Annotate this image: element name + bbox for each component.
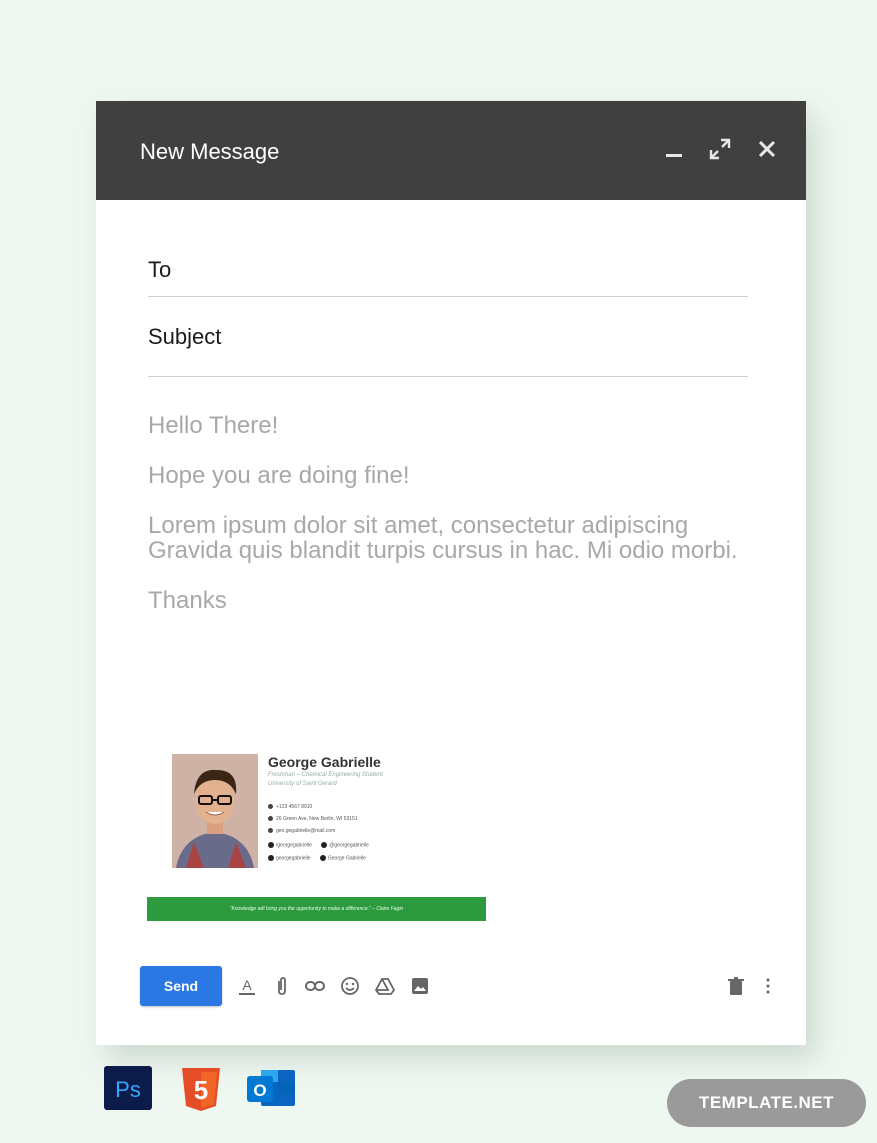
html5-icon: 5 <box>180 1066 222 1112</box>
signature-role: Freshman – Chemical Engineering Student <box>268 772 383 778</box>
subject-label: Subject <box>148 324 222 349</box>
template-net-badge: TEMPLATE.NET <box>667 1079 866 1127</box>
subject-input[interactable] <box>258 321 748 353</box>
to-input[interactable] <box>258 254 748 286</box>
subject-field: Subject <box>148 321 748 377</box>
svg-text:A: A <box>242 977 252 993</box>
signature-email[interactable]: geo.gegabrielle@mail.com <box>268 828 335 834</box>
compose-title: New Message <box>140 139 280 164</box>
svg-text:O: O <box>253 1081 266 1100</box>
compose-header: New Message <box>96 101 806 200</box>
social-link[interactable]: /georgegabrielle <box>268 842 312 848</box>
social-link[interactable]: @georgegabrielle <box>321 842 369 848</box>
expand-icon[interactable] <box>706 135 734 163</box>
body-line: Hope you are doing fine! <box>148 462 410 489</box>
signature-school: University of Saint Gerard <box>268 781 337 787</box>
emoji-icon[interactable] <box>339 975 361 997</box>
compose-toolbar: Send A <box>140 966 780 1006</box>
body-closing: Thanks <box>148 587 227 614</box>
signature-quote-bar: “Knowledge will bring you the opportunit… <box>147 897 486 921</box>
location-icon <box>268 816 273 822</box>
to-label: To <box>148 257 172 282</box>
attach-icon[interactable] <box>271 975 293 997</box>
send-button[interactable]: Send <box>140 966 222 1006</box>
body-paragraph: Lorem ipsum dolor sit amet, consectetur … <box>148 512 738 564</box>
signature-address: 26 Green Ave, New Berlin, WI 53151 <box>268 816 358 822</box>
close-icon[interactable] <box>753 135 781 163</box>
phone-icon <box>268 804 273 810</box>
mail-icon <box>268 828 273 834</box>
compose-window: New Message To Subject Hello There! Hope… <box>96 101 806 1045</box>
signature-name: George Gabrielle <box>268 754 381 770</box>
twitter-icon <box>321 842 328 848</box>
svg-text:Ps: Ps <box>115 1077 141 1102</box>
social-link[interactable]: georgegabrielle <box>268 855 310 861</box>
signature-social-row-1: /georgegabrielle @georgegabrielle <box>268 842 377 848</box>
signature-photo <box>172 754 258 868</box>
signature-phone: +123 4567 8910 <box>268 804 312 810</box>
body-greeting: Hello There! <box>148 412 279 439</box>
more-options-icon[interactable] <box>757 975 779 997</box>
photoshop-icon: Ps <box>104 1066 152 1110</box>
minimize-icon[interactable] <box>661 135 689 163</box>
trash-icon[interactable] <box>725 975 747 997</box>
photo-icon[interactable] <box>409 975 431 997</box>
drive-icon[interactable] <box>374 975 396 997</box>
facebook-icon <box>268 842 274 848</box>
svg-text:5: 5 <box>194 1075 208 1105</box>
link-icon[interactable] <box>304 975 326 997</box>
email-signature: George Gabrielle Freshman – Chemical Eng… <box>147 746 487 926</box>
to-field: To <box>148 246 748 297</box>
linkedin-icon <box>319 855 326 861</box>
outlook-icon: O <box>245 1066 297 1112</box>
social-link[interactable]: George Gabrielle <box>319 855 366 861</box>
signature-social-row-2: georgegabrielle George Gabrielle <box>268 855 374 861</box>
instagram-icon <box>268 855 274 861</box>
format-text-icon[interactable]: A <box>236 975 258 997</box>
message-body[interactable]: Hello There! Hope you are doing fine! Lo… <box>148 413 758 638</box>
